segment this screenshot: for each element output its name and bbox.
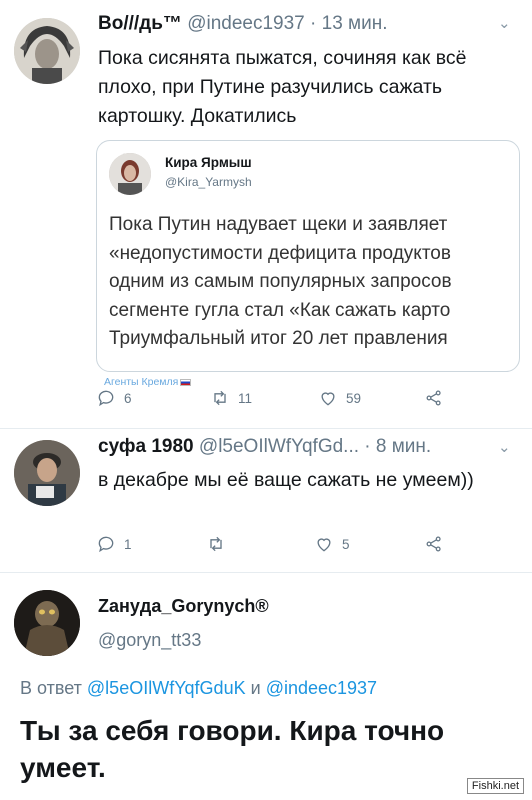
reply-icon (98, 536, 114, 553)
reply-button[interactable]: 1 (96, 534, 132, 554)
timestamp[interactable]: · 13 мин. (310, 13, 387, 34)
reply-button[interactable]: 6 (96, 388, 132, 408)
quoted-avatar[interactable] (109, 153, 151, 195)
handle[interactable]: @goryn_tt33 (98, 630, 201, 651)
tweet[interactable]: Zанyда_Gorynych® @goryn_tt33 В ответ @l5… (0, 578, 532, 800)
tweet-actions: 6 11 59 (0, 388, 532, 412)
like-button[interactable]: 5 (314, 534, 350, 554)
reply-and: и (250, 678, 261, 698)
quoted-name: Кира Ярмыш (165, 155, 252, 170)
quoted-text: Пока Путин надувает щеки и заявляет «нед… (109, 211, 519, 354)
reply-prefix: В ответ (20, 678, 82, 698)
tweet[interactable]: суфа 1980 @l5eOIlWfYqfGd... · 8 мин. ⌄ в… (0, 428, 532, 568)
handle[interactable]: @indeec1937 (187, 13, 305, 34)
quoted-line: Пока Путин надувает щеки и заявляет (109, 214, 448, 235)
display-name[interactable]: Zанyда_Gorynych® (98, 596, 269, 617)
quoted-line: одним из самым популярных запросов (109, 271, 452, 292)
like-count: 59 (346, 390, 362, 406)
heart-icon (321, 392, 335, 406)
flag-icon (180, 378, 192, 386)
tweet-text: в декабре мы её ваще сажать не умеем)) (98, 469, 474, 491)
like-count: 5 (342, 536, 350, 552)
tweet-header: суфа 1980 @l5eOIlWfYqfGd... · 8 мин. (98, 436, 431, 458)
retweet-button[interactable] (206, 534, 234, 554)
quoted-line: сегменте гугла стал «Как сажать карто (109, 299, 451, 321)
timestamp[interactable]: · 8 мин. (364, 436, 431, 457)
site-watermark: Fishki.net (466, 778, 524, 794)
watermark-label: Агенты Кремля (104, 376, 192, 388)
reply-icon (98, 390, 114, 407)
tweet[interactable]: Во///дь™ @indeec1937 · 13 мин. ⌄ Пока си… (0, 0, 532, 428)
tweet-text: Пока сисянята пыжатся, сочиняя как всё п… (98, 47, 467, 127)
retweet-icon (214, 390, 226, 406)
reply-user-link[interactable]: @l5eOIlWfYqfGduK (87, 678, 246, 698)
display-name[interactable]: суфа 1980 (98, 436, 194, 457)
retweet-icon (210, 536, 222, 552)
tweet-actions: 1 5 (0, 534, 532, 558)
reply-count: 1 (124, 536, 132, 552)
share-icon (426, 536, 441, 552)
reply-user-link[interactable]: @indeec1937 (266, 678, 377, 698)
share-icon (426, 390, 441, 406)
quoted-line: Триумфальный итог 20 лет правления (109, 328, 448, 349)
retweet-button[interactable]: 11 (210, 388, 252, 408)
avatar[interactable] (14, 590, 80, 656)
quoted-line: «недопустимости дефицита продуктов (109, 242, 451, 264)
quoted-tweet[interactable]: Кира Ярмыш @Kira_Yarmysh Пока Путин наду… (96, 140, 520, 372)
heart-icon (317, 538, 331, 552)
avatar[interactable] (14, 18, 80, 84)
share-button[interactable] (424, 534, 444, 554)
like-button[interactable]: 59 (318, 388, 361, 408)
watermark-text: Агенты Кремля (104, 376, 179, 388)
display-name[interactable]: Во///дь™ (98, 13, 182, 34)
share-button[interactable] (424, 388, 444, 408)
tweet-header: Во///дь™ @indeec1937 · 13 мин. (98, 13, 387, 35)
divider (0, 572, 532, 573)
reply-context: В ответ @l5eOIlWfYqfGduK и @indeec1937 (20, 678, 377, 699)
quoted-handle: @Kira_Yarmysh (165, 175, 252, 189)
retweet-count: 11 (238, 390, 253, 406)
handle[interactable]: @l5eOIlWfYqfGd... (199, 436, 359, 457)
reply-count: 6 (124, 390, 132, 406)
tweet-text: Ты за себя говори. Кира точно умеет. (20, 715, 445, 783)
chevron-down-icon[interactable]: ⌄ (498, 438, 511, 456)
chevron-down-icon[interactable]: ⌄ (498, 14, 511, 32)
avatar[interactable] (14, 440, 80, 506)
